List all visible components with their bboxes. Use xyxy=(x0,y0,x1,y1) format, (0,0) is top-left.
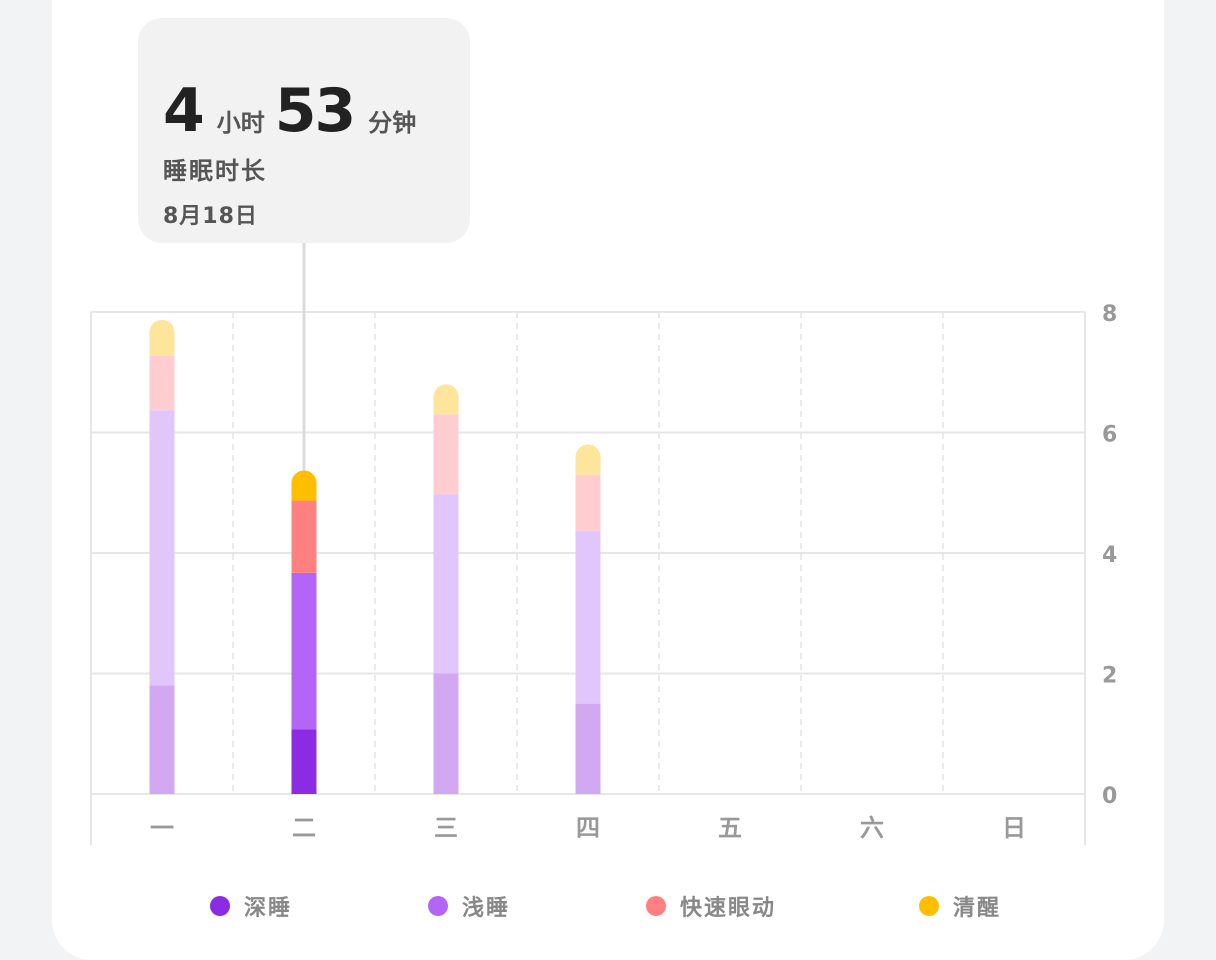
bar-segment-rem xyxy=(149,355,175,411)
bar-segment-deep xyxy=(433,673,459,794)
legend-item-awake: 清醒 xyxy=(919,890,1001,922)
legend-label: 浅睡 xyxy=(462,896,511,921)
legend-item-rem: 快速眼动 xyxy=(646,890,776,922)
bar-segment-awake xyxy=(575,444,601,475)
y-tick-label: 8 xyxy=(1102,302,1117,327)
x-tick-label: 日 xyxy=(1002,814,1026,842)
legend-dot-light xyxy=(428,896,448,916)
bar-segment-deep xyxy=(291,729,317,794)
bar-segment-light xyxy=(291,572,317,730)
bar-segment-rem xyxy=(433,414,459,495)
x-tick-label: 一 xyxy=(150,814,174,842)
bar-segment-light xyxy=(149,410,175,686)
bar-segment-deep xyxy=(575,703,601,794)
legend: 深睡 浅睡 快速眼动 清醒 xyxy=(0,890,1216,930)
bar-segment-deep xyxy=(149,685,175,794)
y-tick-label: 0 xyxy=(1102,784,1117,809)
legend-label: 快速眼动 xyxy=(680,896,777,921)
x-tick-label: 二 xyxy=(292,814,316,842)
legend-dot-awake xyxy=(919,896,939,916)
x-tick-label: 三 xyxy=(434,814,458,842)
legend-label: 深睡 xyxy=(244,896,293,921)
bar-segment-awake xyxy=(433,384,459,415)
sleep-stacked-bar-chart: 0 2 4 6 8 一 二 三 四 五 六 日 xyxy=(90,243,1117,845)
bar-segment-light xyxy=(575,530,601,704)
x-tick-label: 六 xyxy=(860,814,884,842)
bar-segment-awake xyxy=(291,470,317,501)
x-tick-label: 四 xyxy=(576,814,600,842)
legend-label: 清醒 xyxy=(953,896,1002,921)
bar-segment-awake xyxy=(149,319,175,356)
bar-segment-light xyxy=(433,494,459,674)
bar-segment-rem xyxy=(575,474,601,531)
legend-item-light: 浅睡 xyxy=(428,890,510,922)
y-tick-label: 2 xyxy=(1102,664,1117,689)
y-tick-label: 6 xyxy=(1102,423,1117,448)
bar-segment-rem xyxy=(291,500,317,573)
legend-dot-rem xyxy=(646,896,666,916)
legend-dot-deep xyxy=(210,896,230,916)
y-tick-label: 4 xyxy=(1102,543,1117,568)
x-tick-label: 五 xyxy=(718,814,742,842)
legend-item-deep: 深睡 xyxy=(210,890,292,922)
